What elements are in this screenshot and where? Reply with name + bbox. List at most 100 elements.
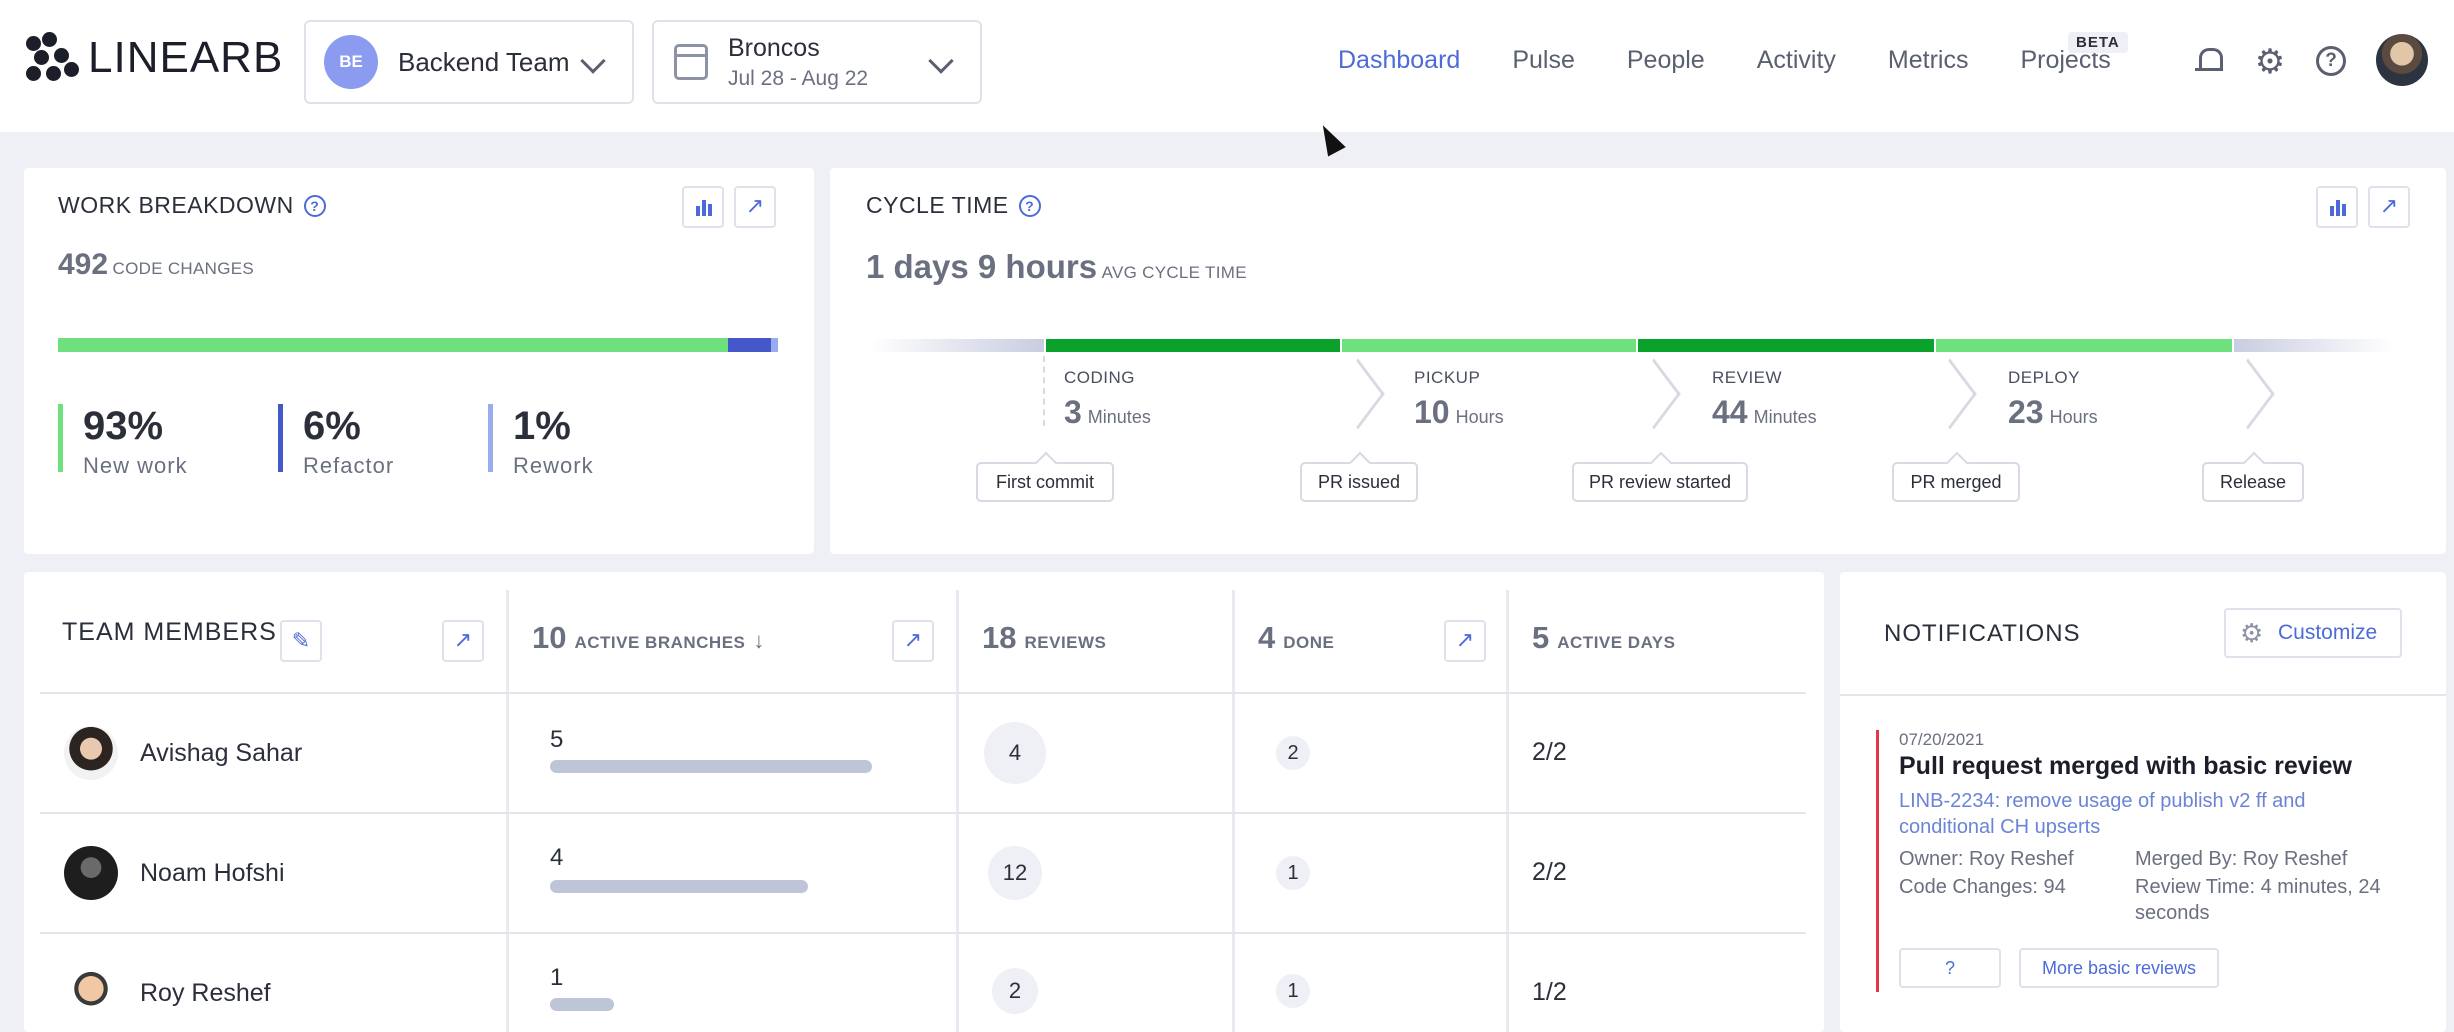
top-bar: LINEARB BE Backend Team Broncos Jul 28 -… bbox=[0, 0, 2454, 132]
coding-phase[interactable]: CODING 3 Minutes bbox=[1064, 368, 1151, 431]
expand-arrow-icon[interactable] bbox=[2368, 186, 2410, 228]
bar-chart-icon[interactable] bbox=[2316, 186, 2358, 228]
pickup-phase[interactable]: PICKUP 10 Hours bbox=[1414, 368, 1504, 431]
cycle-bar-lead bbox=[870, 339, 1044, 352]
logo-text: LINEARB bbox=[88, 33, 284, 82]
active-days: 2/2 bbox=[1532, 858, 1567, 886]
branch-bar bbox=[550, 998, 615, 1011]
bell-icon[interactable] bbox=[2193, 46, 2225, 78]
member-name: Roy Reshef bbox=[140, 978, 271, 1007]
new-work-stat: 93% New work bbox=[58, 404, 188, 478]
merged-by-field: Merged By: Roy Reshef bbox=[2135, 848, 2348, 870]
row-divider bbox=[40, 692, 1806, 694]
milestone-pr-review-started: PR review started bbox=[1572, 462, 1748, 502]
member-name: Noam Hofshi bbox=[140, 858, 285, 887]
avatar bbox=[64, 846, 118, 900]
row-divider bbox=[40, 932, 1806, 934]
branch-count: 5 bbox=[550, 726, 564, 753]
done-count[interactable]: 2 bbox=[1276, 736, 1310, 770]
calendar-icon bbox=[674, 44, 708, 80]
code-changes-field: Code Changes: 94 bbox=[1899, 876, 2066, 898]
cycle-time-title: CYCLE TIME? bbox=[866, 192, 1041, 219]
avatar bbox=[64, 726, 118, 780]
refactor-segment bbox=[727, 338, 771, 352]
code-changes-total: 492 CODE CHANGES bbox=[58, 248, 255, 281]
active-branches-header[interactable]: 10 ACTIVE BRANCHES ↓ bbox=[532, 620, 765, 656]
column-divider bbox=[506, 590, 509, 1032]
edit-pencil-icon[interactable]: ✎ bbox=[280, 620, 322, 662]
done-header[interactable]: 4 DONE bbox=[1258, 620, 1334, 656]
active-days: 2/2 bbox=[1532, 738, 1567, 766]
bar-chart-icon[interactable] bbox=[682, 186, 724, 228]
work-breakdown-title: WORK BREAKDOWN? bbox=[58, 192, 326, 219]
chevron-down-icon bbox=[580, 48, 606, 74]
header-divider bbox=[1840, 694, 2446, 696]
expand-arrow-icon[interactable] bbox=[734, 186, 776, 228]
more-basic-reviews-button[interactable]: More basic reviews bbox=[2019, 948, 2219, 988]
done-count[interactable]: 1 bbox=[1276, 974, 1310, 1008]
milestone-pr-merged: PR merged bbox=[1892, 462, 2020, 502]
nav-people[interactable]: People bbox=[1627, 46, 1705, 75]
customize-button[interactable]: ⚙ Customize bbox=[2224, 608, 2402, 658]
branch-bar bbox=[550, 880, 808, 893]
active-days-header[interactable]: 5 ACTIVE DAYS bbox=[1532, 620, 1675, 656]
column-divider bbox=[1232, 590, 1235, 1032]
review-count[interactable]: 12 bbox=[988, 846, 1042, 900]
nav-activity[interactable]: Activity bbox=[1757, 46, 1836, 75]
expand-arrow-icon[interactable] bbox=[1444, 620, 1486, 662]
gear-icon[interactable]: ⚙ bbox=[2254, 45, 2286, 79]
deploy-phase[interactable]: DEPLOY 23 Hours bbox=[2008, 368, 2098, 431]
review-count[interactable]: 4 bbox=[984, 722, 1046, 784]
reviews-header[interactable]: 18 REVIEWS bbox=[982, 620, 1106, 656]
review-bar bbox=[1638, 339, 1934, 352]
user-avatar[interactable] bbox=[2376, 34, 2428, 86]
deploy-bar bbox=[1936, 339, 2232, 352]
pull-request-link[interactable]: LINB-2234: remove usage of publish v2 ff… bbox=[1899, 788, 2389, 840]
linearb-logo[interactable]: LINEARB bbox=[24, 32, 283, 84]
beta-badge: BETA bbox=[2068, 32, 2128, 53]
column-divider bbox=[1506, 590, 1509, 1032]
rework-segment bbox=[770, 338, 778, 352]
main-nav: Dashboard Pulse People Activity Metrics … bbox=[1338, 46, 2163, 75]
question-button[interactable]: ? bbox=[1899, 948, 2001, 988]
avatar bbox=[64, 966, 118, 1020]
date-selector[interactable]: Broncos Jul 28 - Aug 22 bbox=[652, 20, 982, 104]
expand-arrow-icon[interactable] bbox=[892, 620, 934, 662]
notification-date: 07/20/2021 bbox=[1899, 730, 1985, 749]
first-commit-marker bbox=[1043, 356, 1045, 426]
table-row[interactable]: Avishag Sahar bbox=[64, 726, 302, 780]
team-name: Backend Team bbox=[398, 46, 570, 77]
new-work-segment bbox=[58, 338, 728, 352]
branch-count: 4 bbox=[550, 844, 564, 871]
team-selector[interactable]: BE Backend Team bbox=[304, 20, 634, 104]
done-count[interactable]: 1 bbox=[1276, 856, 1310, 890]
rework-stat: 1% Rework bbox=[488, 404, 594, 478]
nav-metrics[interactable]: Metrics bbox=[1888, 46, 1969, 75]
team-members-title: TEAM MEMBERS bbox=[62, 618, 277, 646]
row-divider bbox=[40, 812, 1806, 814]
coding-bar bbox=[1046, 339, 1340, 352]
review-count[interactable]: 2 bbox=[992, 968, 1038, 1014]
sort-arrow-icon: ↓ bbox=[753, 628, 765, 653]
avg-cycle-time: 1 days 9 hours AVG CYCLE TIME bbox=[866, 248, 1247, 285]
expand-arrow-icon[interactable] bbox=[442, 620, 484, 662]
refactor-stat: 6% Refactor bbox=[278, 404, 394, 478]
milestone-release: Release bbox=[2202, 462, 2304, 502]
table-row[interactable]: Noam Hofshi bbox=[64, 846, 285, 900]
help-icon[interactable]: ? bbox=[2316, 46, 2346, 76]
table-row[interactable]: Roy Reshef bbox=[64, 966, 271, 1020]
review-phase[interactable]: REVIEW 44 Minutes bbox=[1712, 368, 1817, 431]
milestone-first-commit: First commit bbox=[976, 462, 1114, 502]
work-breakdown-bar bbox=[58, 338, 778, 352]
member-name: Avishag Sahar bbox=[140, 738, 303, 767]
help-icon[interactable]: ? bbox=[1018, 195, 1041, 217]
nav-pulse[interactable]: Pulse bbox=[1512, 46, 1575, 75]
team-badge: BE bbox=[324, 35, 378, 89]
nav-dashboard[interactable]: Dashboard bbox=[1338, 46, 1460, 75]
pickup-bar bbox=[1342, 339, 1636, 352]
help-icon[interactable]: ? bbox=[303, 195, 326, 217]
logo-mark-icon bbox=[24, 32, 79, 84]
milestone-pr-issued: PR issued bbox=[1300, 462, 1418, 502]
date-range: Jul 28 - Aug 22 bbox=[728, 66, 869, 90]
cycle-bar-tail bbox=[2234, 339, 2394, 352]
